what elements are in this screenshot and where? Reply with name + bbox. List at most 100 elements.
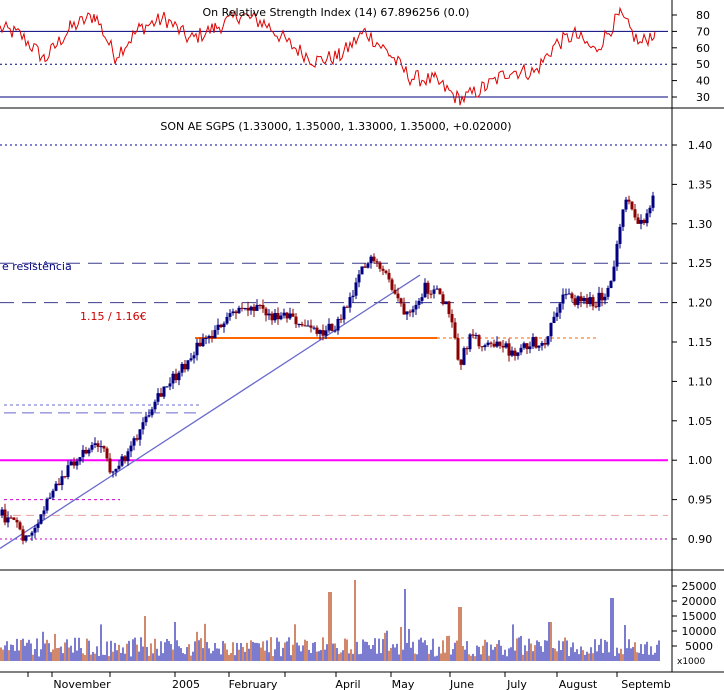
ohlc-bar-body [450,314,454,323]
volume-bar [26,642,28,661]
volume-bar [290,655,292,661]
volume-bar [590,647,592,661]
ohlc-bar-body [222,323,226,328]
volume-bar [448,635,450,661]
volume-bar [326,644,328,661]
volume-bar [400,626,402,661]
ohlc-bar-body [579,296,583,302]
volume-tick-label: 5000 [685,640,713,653]
volume-bar [248,648,250,661]
volume-bar [572,642,574,661]
ohlc-bar-body [609,280,613,288]
ohlc-bar-body [417,300,421,305]
volume-bar [152,653,154,661]
price-tick-label: 1.25 [688,257,713,270]
volume-bar [218,648,220,661]
ohlc-bar-body [555,312,559,317]
ohlc-bar-body [135,438,139,440]
volume-bar [94,653,96,661]
x-axis-label: 2005 [172,678,200,690]
volume-bar [2,649,4,661]
volume-bar [64,642,66,661]
volume-bar [164,642,166,661]
volume-bar [534,645,536,661]
volume-bar [450,654,452,661]
ohlc-bar-body [108,458,112,473]
volume-bar [516,638,518,661]
volume-bar [250,640,252,661]
ohlc-bar-body [42,510,46,515]
ohlc-bar-body [594,306,598,308]
volume-bar [224,643,226,661]
volume-bar [616,647,618,661]
x-axis-label: May [392,678,415,690]
volume-bar [196,631,198,661]
volume-bar [54,633,56,661]
ohlc-bar-body [564,294,568,296]
ohlc-bar-body [138,429,142,440]
ohlc-bar-body [597,292,601,307]
volume-bar [584,654,586,661]
volume-bar [12,644,14,661]
volume-bar [612,598,614,661]
ohlc-bar-body [231,311,235,314]
volume-bar [72,652,74,661]
volume-bar [438,646,440,661]
ohlc-bar-body [54,483,58,491]
ohlc-bar-body [456,338,460,360]
ohlc-bar-body [264,308,268,316]
ohlc-bar-body [519,347,523,353]
ohlc-bar-body [576,296,580,305]
ohlc-bar-body [270,313,274,321]
volume-bar [40,649,42,661]
volume-bar [166,639,168,661]
volume-bar [470,655,472,661]
volume-bar [238,649,240,661]
volume-bar [364,641,366,661]
volume-bar [296,642,298,661]
ohlc-bar-body [396,293,400,299]
volume-bar [340,652,342,661]
volume-bar [194,641,196,661]
ohlc-bar-body [261,305,265,309]
volume-bar [222,640,224,661]
volume-bar [304,639,306,661]
ohlc-bar-body [171,373,175,384]
volume-bar [542,651,544,661]
ohlc-bar-body [510,350,514,356]
volume-bar [596,651,598,661]
volume-bar [254,642,256,661]
ohlc-bar-body [438,288,442,295]
ohlc-bar-body [390,279,394,290]
volume-bar [190,655,192,661]
volume-bar [576,649,578,661]
volume-bar [442,640,444,661]
volume-bar [646,641,648,661]
ohlc-bar-body [120,456,124,466]
ohlc-bar-body [549,322,553,337]
ohlc-bar-body [15,519,19,523]
ohlc-bar-body [330,323,334,331]
volume-bar [20,639,22,661]
ohlc-bar-body [93,443,97,446]
volume-bar [32,654,34,661]
volume-bar [186,647,188,661]
ohlc-bar-body [528,346,532,350]
volume-bar [518,637,520,661]
volume-bar [474,656,476,661]
ohlc-bar-body [474,335,478,337]
volume-bar [344,638,346,661]
volume-bar [52,649,54,661]
volume-bar [656,644,658,661]
volume-bar [110,640,112,661]
volume-bar [132,639,134,661]
ohlc-bar-body [201,338,205,347]
ohlc-bar-body [252,306,256,311]
ohlc-bar-body [273,312,277,321]
volume-bar [228,654,230,661]
ohlc-bar-body [279,315,283,320]
volume-bar [302,645,304,661]
ohlc-bar-body [51,490,55,498]
volume-bar [620,648,622,661]
ohlc-bar-body [219,324,223,328]
